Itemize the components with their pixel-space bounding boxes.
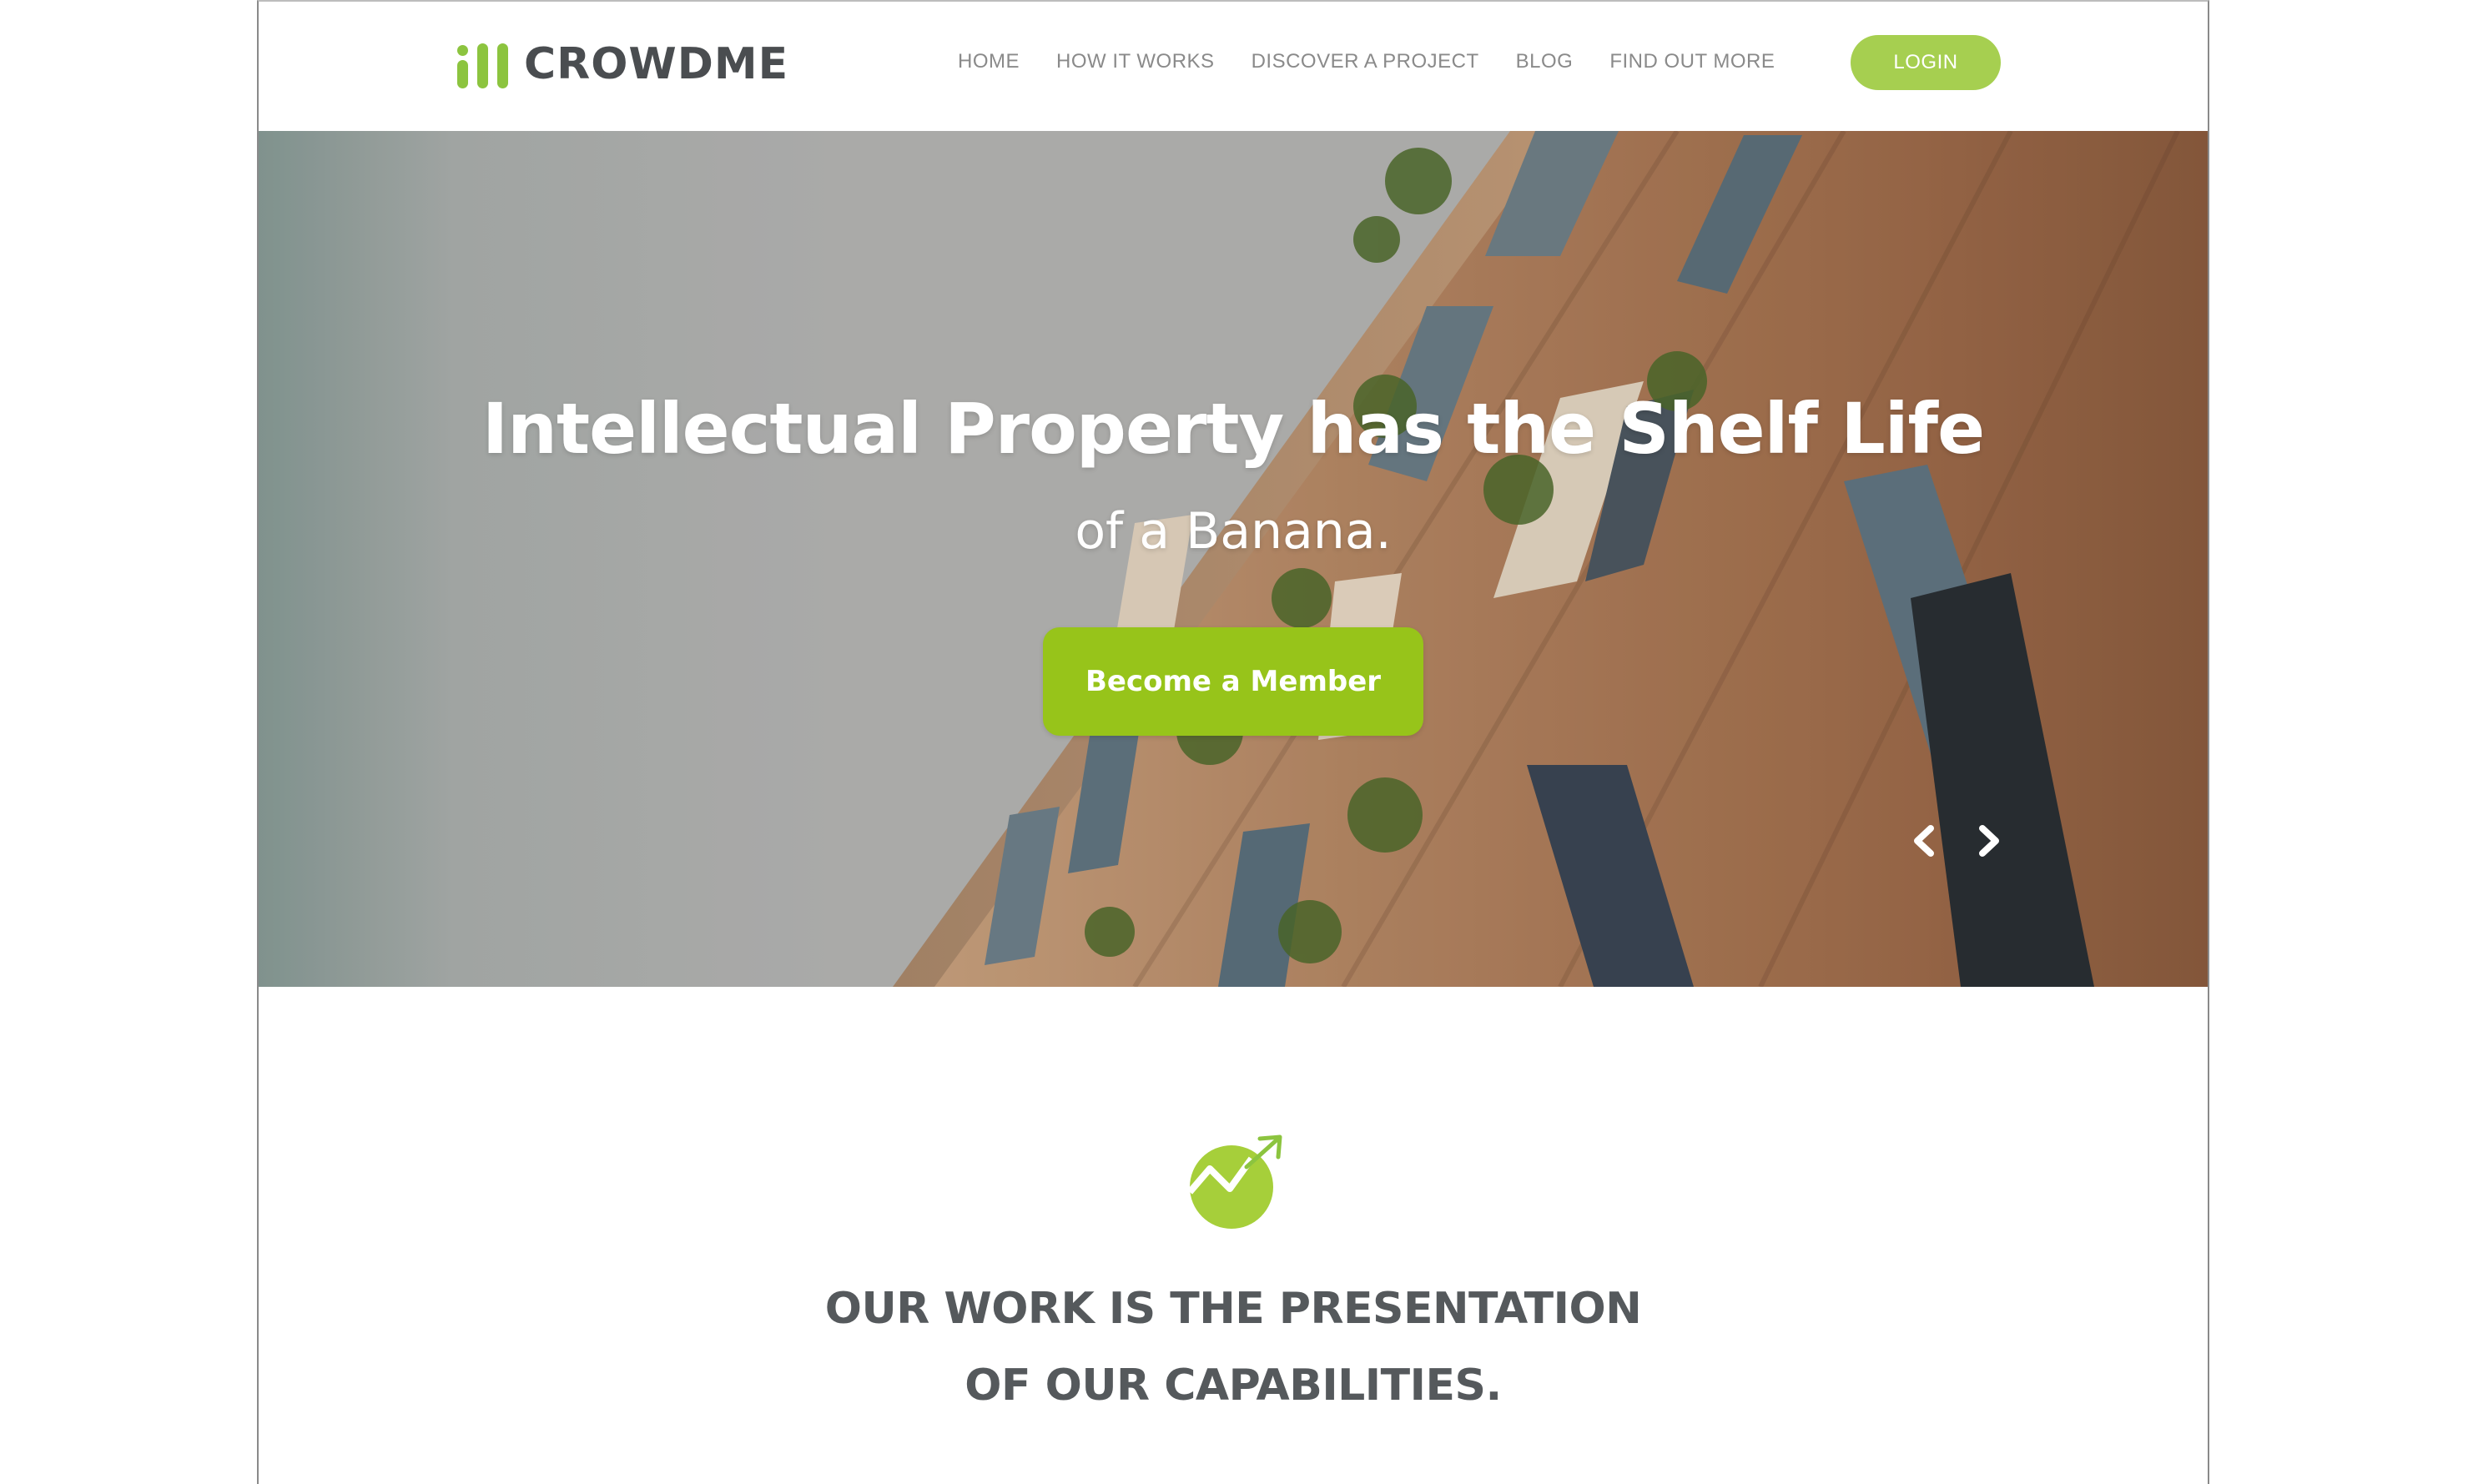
- nav-item-find-out-more[interactable]: FIND OUT MORE: [1609, 50, 1775, 73]
- main-nav: HOME HOW IT WORKS DISCOVER A PROJECT BLO…: [958, 50, 1811, 73]
- logo[interactable]: CROWDME: [457, 35, 788, 93]
- growth-chart-icon: [1186, 1134, 1285, 1230]
- logo-bars-icon: [457, 37, 511, 92]
- chevron-right-icon[interactable]: [1972, 822, 2006, 860]
- nav-item-home[interactable]: HOME: [958, 50, 1020, 73]
- logo-bar: [477, 43, 488, 88]
- nav-item-how-it-works[interactable]: HOW IT WORKS: [1056, 50, 1215, 73]
- login-button[interactable]: LOGIN: [1851, 35, 2001, 90]
- chevron-left-icon[interactable]: [1907, 822, 1941, 860]
- capabilities-section: OUR WORK IS THE PRESENTATION OF OUR CAPA…: [259, 987, 2208, 1484]
- page-frame: CROWDME HOME HOW IT WORKS DISCOVER A PRO…: [257, 0, 2209, 1484]
- section-heading-line: OUR WORK IS THE PRESENTATION: [824, 1284, 1642, 1334]
- hero-slider: Intellectual Property has the Shelf Life…: [259, 131, 2208, 987]
- logo-bar: [497, 43, 508, 88]
- become-member-button[interactable]: Become a Member: [1043, 627, 1423, 736]
- nav-item-discover-a-project[interactable]: DISCOVER A PROJECT: [1252, 50, 1479, 73]
- logo-text: CROWDME: [524, 39, 789, 89]
- site-header: CROWDME HOME HOW IT WORKS DISCOVER A PRO…: [259, 2, 2208, 131]
- section-heading-line: OF OUR CAPABILITIES.: [965, 1361, 1502, 1411]
- logo-bar: [457, 45, 468, 88]
- hero-subtitle: of a Banana.: [1075, 502, 1392, 561]
- section-heading: OUR WORK IS THE PRESENTATION OF OUR CAPA…: [259, 1270, 2208, 1424]
- hero-title: Intellectual Property has the Shelf Life: [481, 388, 1985, 470]
- nav-item-blog[interactable]: BLOG: [1516, 50, 1574, 73]
